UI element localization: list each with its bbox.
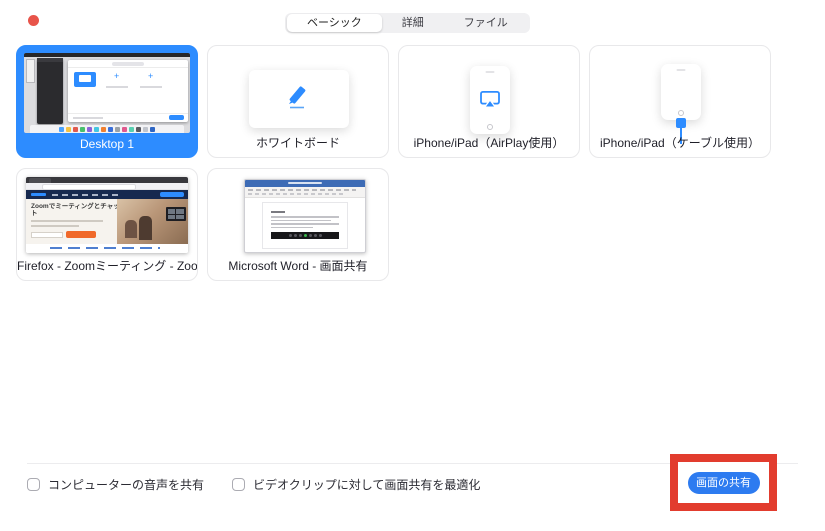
word-titlebar	[245, 180, 365, 187]
phone-home-button	[487, 124, 493, 130]
word-document-page	[262, 202, 348, 249]
tile-label: Microsoft Word - 画面共有	[228, 259, 368, 273]
firefox-window-thumbnail: Zoomでミーティングとチャッ ト	[26, 177, 188, 253]
embedded-toolbar-image	[271, 232, 339, 239]
checkbox-label: ビデオクリップに対して画面共有を最適化	[253, 478, 481, 492]
annotation-highlight-box: 画面の共有	[670, 454, 777, 511]
share-computer-sound-checkbox[interactable]	[27, 478, 40, 491]
tile-label: Firefox - Zoomミーティング - Zoom...	[17, 259, 197, 273]
thumb-dark-window	[37, 58, 63, 124]
cable-plug-icon	[676, 118, 686, 128]
desktop-1-thumbnail: + +	[24, 53, 190, 133]
thumb-zoom-dialog: + +	[68, 60, 188, 122]
zoom-site-navbar	[26, 190, 188, 199]
airplay-icon	[480, 90, 500, 108]
zoom-site-links	[26, 244, 188, 253]
thumb-dock	[30, 125, 184, 133]
hero-heading-line1: Zoomでミーティングとチャッ	[31, 203, 120, 210]
hero-email-input	[31, 231, 63, 238]
pencil-icon	[289, 86, 306, 109]
browser-urlbar	[26, 183, 188, 190]
hero-heading-line2: ト	[31, 210, 38, 217]
share-screen-button[interactable]: 画面の共有	[687, 471, 760, 494]
window-close-button[interactable]	[28, 15, 39, 26]
iphone-airplay-illustration	[470, 66, 510, 134]
tile-label: iPhone/iPad（AirPlay使用）	[413, 136, 565, 150]
share-tile-firefox-window[interactable]: Zoomでミーティングとチャッ ト Firefox - Zoomミーティング -…	[16, 168, 198, 281]
share-tile-iphone-airplay[interactable]: iPhone/iPad（AirPlay使用）	[398, 45, 580, 158]
whiteboard-card	[249, 70, 349, 128]
iphone-cable-illustration	[661, 64, 701, 120]
hero-signup-button	[66, 231, 96, 238]
tab-advanced[interactable]: 詳細	[382, 14, 444, 32]
phone-speaker	[676, 69, 686, 71]
checkbox-label: コンピューターの音声を共有	[48, 478, 205, 492]
share-tile-word-window[interactable]: Microsoft Word - 画面共有	[207, 168, 389, 281]
share-tile-whiteboard[interactable]: ホワイトボード	[207, 45, 389, 158]
phone-speaker	[485, 71, 495, 73]
share-dialog: ベーシック 詳細 ファイル + + Desktop 1 ホワイトボード iPho…	[0, 0, 825, 531]
share-tile-iphone-cable[interactable]: iPhone/iPad（ケーブル使用）	[589, 45, 771, 158]
footer-options: コンピューターの音声を共有 ビデオクリップに対して画面共有を最適化	[27, 476, 480, 493]
share-mode-tabs: ベーシック 詳細 ファイル	[285, 13, 530, 33]
optimize-video-clip-option[interactable]: ビデオクリップに対して画面共有を最適化	[232, 476, 480, 493]
word-window-thumbnail	[244, 179, 366, 253]
thumb-palette-window	[26, 59, 35, 83]
hero-photo	[116, 199, 188, 244]
tile-label: iPhone/iPad（ケーブル使用）	[600, 136, 760, 150]
thumb-menubar	[24, 53, 190, 57]
share-computer-sound-option[interactable]: コンピューターの音声を共有	[27, 476, 204, 493]
word-ribbon	[245, 187, 365, 198]
zoom-site-hero: Zoomでミーティングとチャッ ト	[26, 199, 188, 244]
optimize-video-clip-checkbox[interactable]	[232, 478, 246, 491]
tab-files[interactable]: ファイル	[444, 14, 528, 32]
tile-label: ホワイトボード	[255, 136, 340, 150]
tab-basic[interactable]: ベーシック	[287, 14, 382, 32]
tile-label: Desktop 1	[79, 137, 135, 151]
phone-home-button	[678, 110, 684, 116]
share-tile-desktop-1[interactable]: + + Desktop 1	[16, 45, 198, 158]
